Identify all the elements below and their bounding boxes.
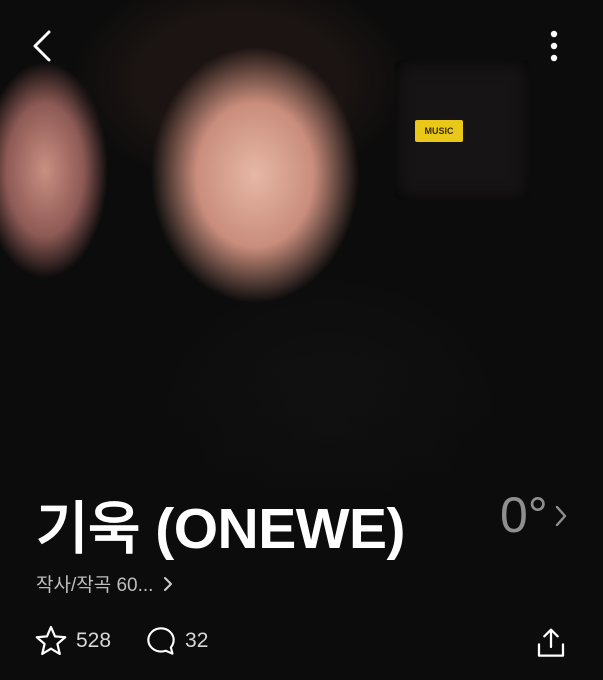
comment-button[interactable]: 32 [145,625,208,657]
artist-name: 기욱 (ONEWE) [36,497,406,561]
chevron-right-icon [555,505,567,527]
credit-text: 작사/작곡 60... [36,575,154,596]
share-icon [537,628,565,657]
chevron-left-icon [33,30,51,62]
like-count: 528 [76,629,112,652]
comment-bubble-icon [147,627,175,655]
chevron-right-icon [164,576,173,591]
top-bar [0,0,603,90]
like-button[interactable]: 528 [34,625,111,657]
comment-count: 32 [185,629,209,652]
more-options-button[interactable] [538,26,570,66]
temperature-link[interactable]: 0° [500,490,568,540]
star-icon [35,625,67,656]
temperature-value: 0° [500,487,548,543]
amp-label: MUSIC [415,120,463,142]
artist-screen: MUSIC 기욱 (ONEWE) 0° 작사/작곡 60... 528 32 [0,0,603,680]
share-button[interactable] [532,624,570,662]
action-bar: 528 32 [34,625,242,657]
back-button[interactable] [24,28,60,64]
vertical-dots-icon [550,30,558,62]
credit-link[interactable]: 작사/작곡 60... [36,570,173,597]
